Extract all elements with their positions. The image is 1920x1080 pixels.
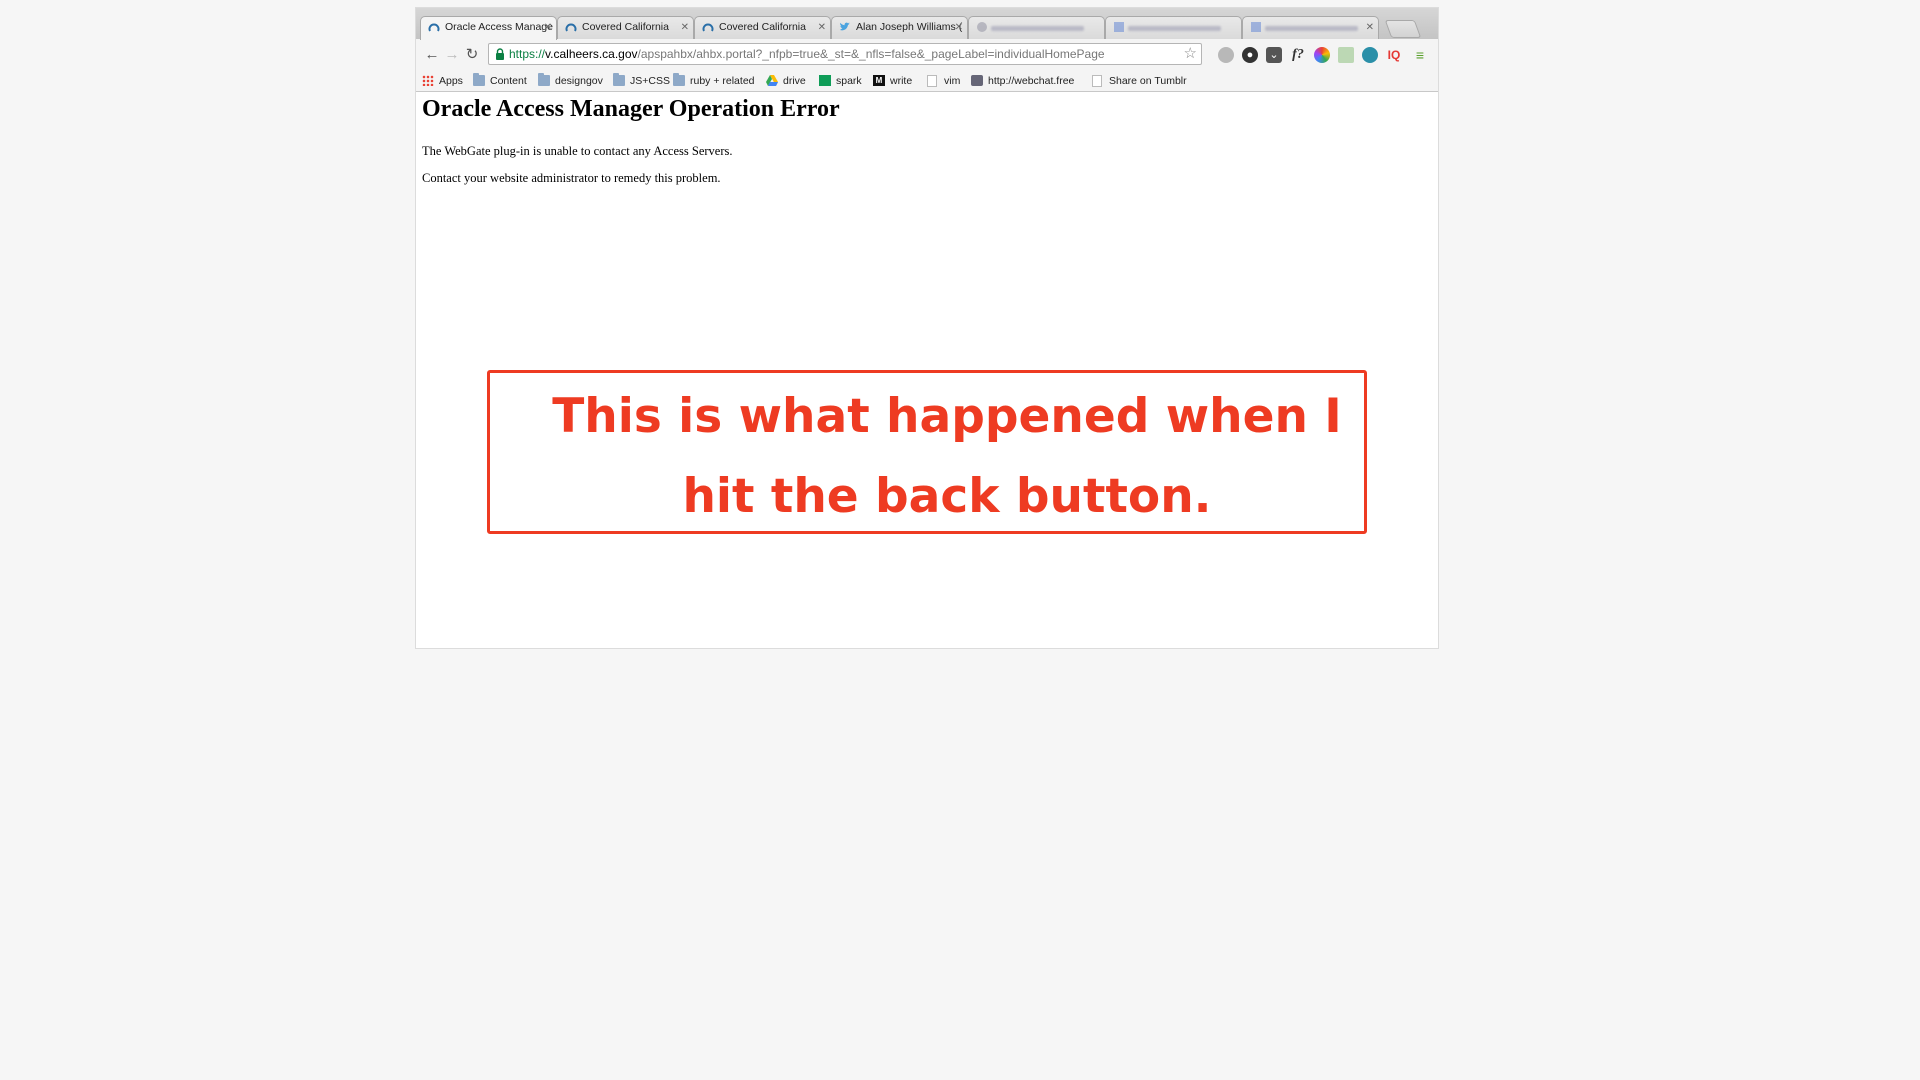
- bookmark-label: ruby + related: [690, 75, 755, 87]
- tab-label: Covered California: [719, 21, 806, 33]
- extension-dark-circle-icon[interactable]: ●: [1242, 47, 1258, 63]
- tab-blurred-2[interactable]: [1105, 16, 1242, 39]
- reload-icon[interactable]: ↻: [462, 45, 482, 65]
- blurred-favicon-icon: [1251, 22, 1261, 32]
- bookmark-star-icon[interactable]: ☆: [1184, 44, 1197, 64]
- webchat-icon: [971, 75, 983, 86]
- annotation-text: This is what happened when I hit the bac…: [552, 389, 1342, 524]
- bookmark-designgov[interactable]: designgov: [538, 73, 603, 88]
- bookmark-label: Apps: [439, 75, 463, 87]
- fontface-ninja-icon[interactable]: f?: [1290, 47, 1306, 63]
- bookmark-label: spark: [836, 75, 862, 87]
- forward-arrow-icon[interactable]: →: [442, 45, 462, 65]
- back-arrow-icon[interactable]: ←: [422, 45, 442, 65]
- bookmark-vim[interactable]: vim: [927, 74, 960, 88]
- page-icon: [927, 75, 937, 87]
- tab-label: Oracle Access Manage: [445, 21, 553, 33]
- bookmark-label: vim: [944, 75, 961, 87]
- tab-oracle-access-manager[interactable]: Oracle Access Manage ✕: [420, 16, 557, 40]
- url-scheme: https://: [509, 47, 546, 61]
- blurred-tab-label: [991, 26, 1084, 31]
- folder-icon: [473, 73, 485, 86]
- lock-icon: [496, 48, 504, 60]
- bookmark-ruby-related[interactable]: ruby + related: [673, 73, 755, 88]
- tab-covered-california[interactable]: Covered California ✕: [557, 16, 694, 39]
- bookmark-label: Content: [490, 75, 527, 87]
- bookmark-drive[interactable]: drive: [766, 74, 806, 88]
- color-wheel-icon[interactable]: [1314, 47, 1330, 63]
- iq-extension-icon[interactable]: IQ: [1386, 47, 1402, 63]
- tab-alan-joseph-williams[interactable]: Alan Joseph Williams ( ✕: [831, 16, 968, 39]
- url-host: v.calheers.ca.gov: [545, 47, 638, 61]
- browser-window: Oracle Access Manage ✕ Covered Californi…: [416, 8, 1438, 648]
- folder-icon: [538, 73, 550, 86]
- bookmark-apps[interactable]: Apps: [422, 74, 463, 88]
- url-text: https://v.calheers.ca.gov/apspahbx/ahbx.…: [509, 44, 1105, 64]
- tab-label: Covered California: [582, 21, 669, 33]
- tab-covered-california-2[interactable]: Covered California ✕: [694, 16, 831, 39]
- tab-blurred-3[interactable]: ✕: [1242, 16, 1379, 39]
- page-title: Oracle Access Manager Operation Error: [422, 96, 840, 122]
- contact-message: Contact your website administrator to re…: [422, 171, 721, 185]
- blurred-favicon-icon: [1114, 22, 1124, 32]
- bookmark-share-on-tumblr[interactable]: Share on Tumblr: [1092, 74, 1187, 88]
- tab-label: Alan Joseph Williams (: [856, 21, 963, 33]
- error-message: The WebGate plug-in is unable to contact…: [422, 144, 733, 158]
- bookmark-label: Share on Tumblr: [1109, 75, 1187, 87]
- page-icon: [1092, 75, 1102, 87]
- bookmark-label: designgov: [555, 75, 603, 87]
- bookmark-label: drive: [783, 75, 806, 87]
- blurred-favicon-icon: [977, 22, 987, 32]
- twitter-bird-icon: [840, 22, 850, 31]
- tab-blurred-1[interactable]: [968, 16, 1105, 39]
- blurred-tab-label: [1128, 26, 1221, 31]
- tab-strip: Oracle Access Manage ✕ Covered Californi…: [416, 8, 1438, 40]
- bookmark-spark[interactable]: spark: [819, 74, 862, 88]
- annotation-callout: This is what happened when I hit the bac…: [487, 370, 1367, 534]
- bookmark-content[interactable]: Content: [473, 73, 527, 88]
- browser-toolbar: ← → ↻ https://v.calheers.ca.gov/apspahbx…: [416, 39, 1438, 71]
- bookmark-js-css[interactable]: JS+CSS: [613, 73, 670, 88]
- new-tab-button[interactable]: [1384, 20, 1422, 38]
- bookmark-webchat[interactable]: http://webchat.free: [971, 74, 1074, 88]
- close-tab-icon[interactable]: ✕: [681, 17, 689, 38]
- close-tab-icon[interactable]: ✕: [544, 17, 552, 38]
- close-tab-icon[interactable]: ✕: [818, 17, 826, 38]
- medium-m-icon: M: [873, 75, 885, 86]
- calheers-favicon-icon: [702, 23, 714, 32]
- extension-new-badge-icon[interactable]: [1362, 47, 1378, 63]
- close-tab-icon[interactable]: ✕: [1366, 17, 1374, 38]
- calheers-favicon-icon: [565, 23, 577, 32]
- extension-window-icon[interactable]: [1338, 47, 1354, 63]
- bookmark-label: http://webchat.free: [988, 75, 1075, 87]
- google-drive-icon: [766, 75, 778, 86]
- page-content: Oracle Access Manager Operation Error Th…: [416, 92, 1438, 648]
- url-path: /apspahbx/ahbx.portal?_nfpb=true&_st=&_n…: [637, 47, 1105, 61]
- spreadsheet-icon: [819, 75, 831, 86]
- extension-ghost-icon[interactable]: [1218, 47, 1234, 63]
- calheers-favicon-icon: [428, 23, 440, 32]
- menu-hamburger-icon[interactable]: ≡: [1412, 47, 1428, 63]
- bookmark-label: JS+CSS: [630, 75, 670, 87]
- folder-icon: [673, 73, 685, 86]
- bookmarks-bar: Apps Content designgov JS+CSS ruby + rel…: [416, 71, 1438, 92]
- bookmark-write[interactable]: Mwrite: [873, 74, 912, 88]
- address-bar[interactable]: https://v.calheers.ca.gov/apspahbx/ahbx.…: [488, 43, 1202, 65]
- apps-grid-icon: [422, 75, 434, 86]
- close-tab-icon[interactable]: ✕: [955, 17, 963, 38]
- blurred-tab-label: [1265, 26, 1358, 31]
- pocket-icon[interactable]: ⌄: [1266, 47, 1282, 63]
- bookmark-label: write: [890, 75, 913, 87]
- folder-icon: [613, 73, 625, 86]
